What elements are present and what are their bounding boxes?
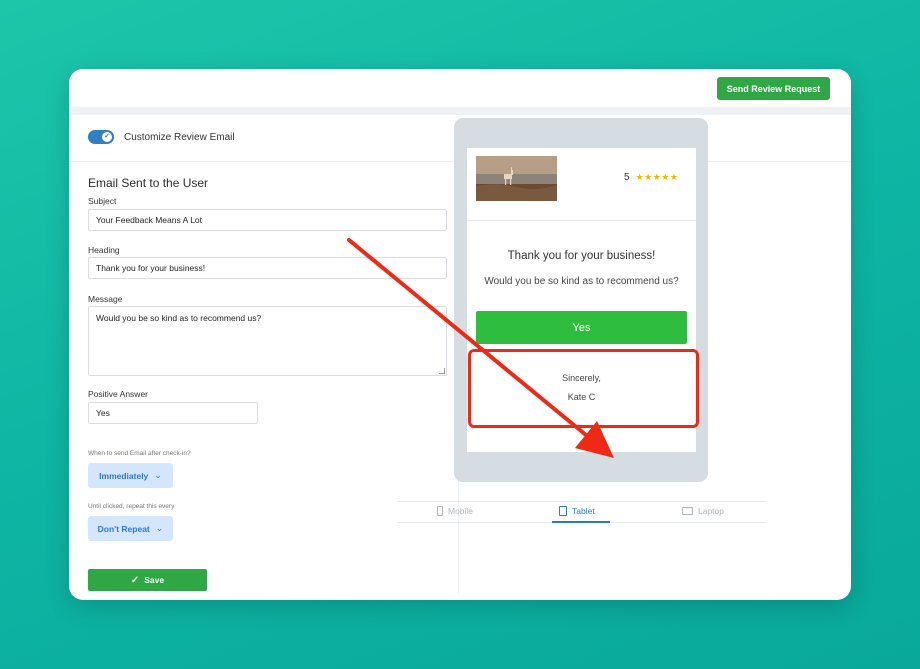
chevron-down-icon: ⌄: [155, 523, 164, 533]
send-timing-dropdown[interactable]: Immediately ⌄: [88, 463, 173, 488]
email-hero-image: [476, 156, 557, 201]
repeat-dropdown[interactable]: Don't Repeat ⌄: [88, 516, 173, 541]
tab-tablet-label: Tablet: [572, 506, 595, 516]
tab-laptop[interactable]: Laptop: [682, 506, 724, 516]
device-tabs: Mobile Tablet Laptop: [397, 501, 767, 523]
preview-divider: [467, 220, 696, 221]
heading-input[interactable]: Thank you for your business!: [88, 257, 447, 279]
tab-tablet[interactable]: Tablet: [559, 506, 595, 516]
subject-input[interactable]: Your Feedback Means A Lot: [88, 209, 447, 231]
check-icon: ✓: [130, 574, 140, 586]
form-title: Email Sent to the User: [88, 176, 209, 190]
resize-handle-icon[interactable]: [439, 368, 445, 374]
star-icons: ★★★★★: [635, 172, 679, 182]
message-text: Would you be so kind as to recommend us?: [96, 313, 262, 323]
tab-laptop-label: Laptop: [698, 506, 724, 516]
mobile-icon: [437, 506, 443, 516]
positive-answer-label: Positive Answer: [88, 389, 148, 399]
rating-value: 5: [624, 172, 630, 183]
send-timing-label: When to send Email after check-in?: [88, 450, 191, 457]
send-review-request-button[interactable]: Send Review Request: [717, 77, 830, 100]
preview-heading: Thank you for your business!: [507, 250, 656, 262]
customize-email-toggle[interactable]: ✓: [88, 130, 114, 144]
preview-yes-button[interactable]: Yes: [476, 311, 687, 344]
laptop-icon: [682, 507, 693, 515]
save-label: Save: [144, 575, 165, 585]
customize-email-label: Customize Review Email: [124, 131, 235, 143]
send-timing-value: Immediately: [99, 470, 149, 481]
positive-answer-input[interactable]: Yes: [88, 402, 258, 424]
heading-label: Heading: [88, 245, 120, 255]
message-label: Message: [88, 294, 123, 304]
customize-email-toggle-row: ✓ Customize Review Email: [88, 127, 235, 147]
signature-highlight-box: [468, 349, 699, 428]
repeat-label: Until clicked, repeat this every: [88, 503, 175, 510]
tab-mobile-label: Mobile: [448, 506, 474, 516]
repeat-value: Don't Repeat: [97, 523, 150, 534]
active-tab-indicator: [552, 521, 610, 523]
rating-display: 5 ★★★★★: [624, 172, 678, 183]
chevron-down-icon: ⌄: [154, 470, 162, 480]
subject-label: Subject: [88, 196, 117, 206]
tab-mobile[interactable]: Mobile: [437, 506, 473, 516]
top-bar-stripe: [69, 107, 851, 115]
save-button[interactable]: ✓ Save: [88, 569, 207, 591]
preview-message: Would you be so kind as to recommend us?: [484, 276, 679, 287]
message-textarea[interactable]: Would you be so kind as to recommend us?: [88, 306, 447, 376]
check-icon: ✓: [102, 132, 112, 142]
tablet-icon: [559, 506, 567, 516]
